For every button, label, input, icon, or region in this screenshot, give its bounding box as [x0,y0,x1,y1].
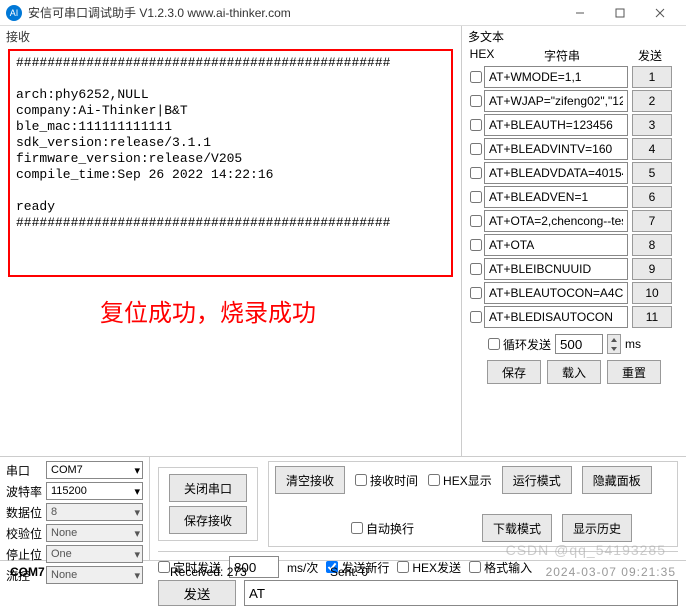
multi-row: 4 [468,138,680,160]
reset-button[interactable]: 重置 [607,360,661,384]
chevron-down-icon: ▾ [134,527,140,540]
run-mode-button[interactable]: 运行模式 [502,466,572,494]
multi-row: 7 [468,210,680,232]
hex-header: HEX [468,47,496,64]
parity-label: 校验位 [6,525,46,542]
app-icon: AI [6,5,22,21]
multi-send-button-10[interactable]: 10 [632,282,672,304]
multi-hex-checkbox-2[interactable] [470,95,482,107]
status-received: Received: 273 [170,565,330,579]
multi-row: 5 [468,162,680,184]
loop-interval-spinner[interactable] [607,334,621,354]
multi-send-button-6[interactable]: 6 [632,186,672,208]
parity-select[interactable]: None▾ [46,524,143,542]
window-title: 安信可串口调试助手 V1.2.3.0 www.ai-thinker.com [28,4,560,21]
stopbits-select[interactable]: One▾ [46,545,143,563]
loop-send-label: 循环发送 [503,336,551,353]
multi-hex-checkbox-1[interactable] [470,71,482,83]
chevron-down-icon: ▾ [134,464,140,477]
multi-text-input-9[interactable] [484,258,628,280]
multi-send-button-8[interactable]: 8 [632,234,672,256]
baud-select[interactable]: 115200▾ [46,482,143,500]
chevron-down-icon: ▾ [134,569,140,582]
load-button[interactable]: 载入 [547,360,601,384]
receive-label: 接收 [0,26,461,47]
clear-receive-button[interactable]: 清空接收 [275,466,345,494]
multi-row: 1 [468,66,680,88]
multi-send-button-11[interactable]: 11 [632,306,672,328]
multi-row: 9 [468,258,680,280]
loop-interval-input[interactable] [555,334,603,354]
hex-show-checkbox[interactable] [428,474,440,486]
chevron-down-icon: ▾ [134,506,140,519]
status-time: 2024-03-07 09:21:35 [450,565,676,579]
multi-send-button-2[interactable]: 2 [632,90,672,112]
minimize-button[interactable] [560,3,600,23]
databits-select[interactable]: 8▾ [46,503,143,521]
multi-hex-checkbox-4[interactable] [470,143,482,155]
multi-hex-checkbox-9[interactable] [470,263,482,275]
multi-send-button-7[interactable]: 7 [632,210,672,232]
multi-text-input-11[interactable] [484,306,628,328]
ms-label: ms [625,337,641,351]
close-port-button[interactable]: 关闭串口 [169,474,247,502]
loop-send-checkbox[interactable] [488,338,500,350]
stopbits-label: 停止位 [6,546,46,563]
multi-text-input-5[interactable] [484,162,628,184]
multi-row: 10 [468,282,680,304]
maximize-button[interactable] [600,3,640,23]
string-header: 字符串 [496,47,628,64]
multi-send-button-4[interactable]: 4 [632,138,672,160]
multi-send-button-3[interactable]: 3 [632,114,672,136]
status-sent: Sent: 0 [330,565,450,579]
multi-hex-checkbox-3[interactable] [470,119,482,131]
port-select[interactable]: COM7▾ [46,461,143,479]
multi-hex-checkbox-7[interactable] [470,215,482,227]
auto-wrap-checkbox[interactable] [351,522,363,534]
download-mode-button[interactable]: 下载模式 [482,514,552,542]
multi-send-button-5[interactable]: 5 [632,162,672,184]
save-receive-button[interactable]: 保存接收 [169,506,247,534]
multi-row: 11 [468,306,680,328]
receive-textarea[interactable]: ########################################… [8,49,453,277]
save-button[interactable]: 保存 [487,360,541,384]
multi-text-input-3[interactable] [484,114,628,136]
annotation-text: 复位成功，烧录成功 [0,279,461,328]
multi-row: 2 [468,90,680,112]
multi-text-input-1[interactable] [484,66,628,88]
multi-send-button-9[interactable]: 9 [632,258,672,280]
multi-text-input-6[interactable] [484,186,628,208]
multi-hex-checkbox-8[interactable] [470,239,482,251]
send-header: 发送 [628,47,672,64]
multi-text-input-4[interactable] [484,138,628,160]
flow-select[interactable]: None▾ [46,566,143,584]
multi-hex-checkbox-5[interactable] [470,167,482,179]
multi-text-input-8[interactable] [484,234,628,256]
databits-label: 数据位 [6,504,46,521]
multi-text-input-10[interactable] [484,282,628,304]
multi-row: 3 [468,114,680,136]
multi-row: 8 [468,234,680,256]
port-label: 串口 [6,462,46,479]
chevron-down-icon: ▾ [134,485,140,498]
titlebar: AI 安信可串口调试助手 V1.2.3.0 www.ai-thinker.com [0,0,686,26]
show-history-button[interactable]: 显示历史 [562,514,632,542]
multitext-label: 多文本 [468,26,680,47]
baud-label: 波特率 [6,483,46,500]
multi-text-input-2[interactable] [484,90,628,112]
close-button[interactable] [640,3,680,23]
multi-text-input-7[interactable] [484,210,628,232]
hide-panel-button[interactable]: 隐藏面板 [582,466,652,494]
multi-row: 6 [468,186,680,208]
chevron-down-icon: ▾ [134,548,140,561]
multi-hex-checkbox-11[interactable] [470,311,482,323]
multi-hex-checkbox-10[interactable] [470,287,482,299]
multi-send-button-1[interactable]: 1 [632,66,672,88]
rx-time-checkbox[interactable] [355,474,367,486]
multi-hex-checkbox-6[interactable] [470,191,482,203]
